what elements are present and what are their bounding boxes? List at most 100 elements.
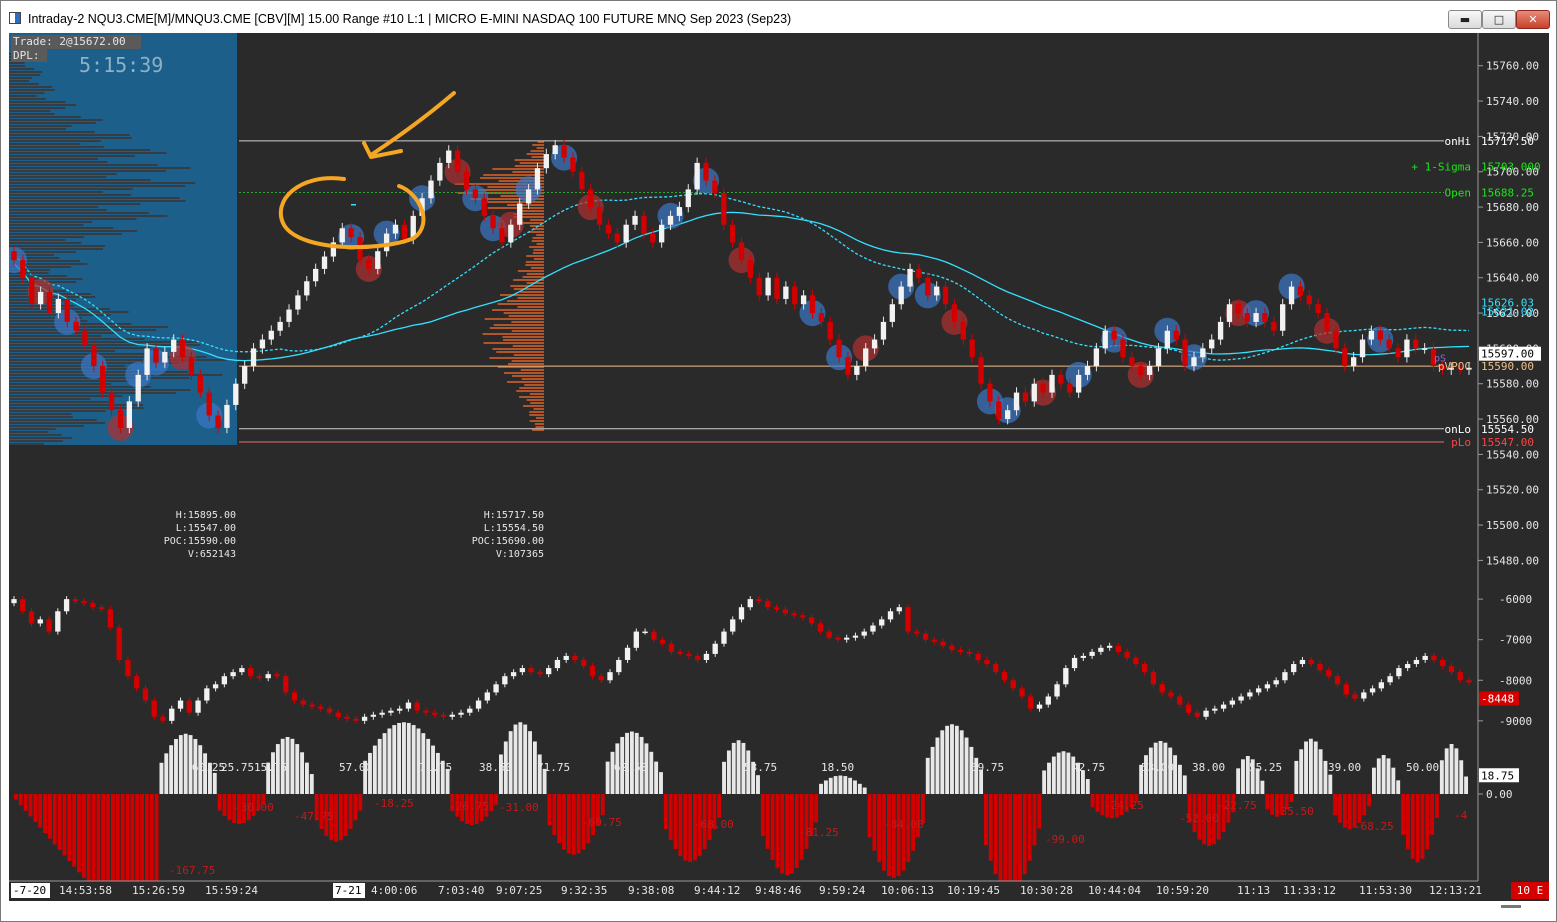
candle — [774, 277, 780, 299]
candle — [1368, 330, 1375, 340]
profile-bar — [9, 68, 35, 70]
oscillator-bar — [1085, 779, 1090, 794]
maximize-button[interactable]: □ — [1482, 10, 1516, 29]
oscillator-bar — [552, 794, 557, 836]
chart-area[interactable]: Trade: 2@15672.00 DPL: 5:15:39 H:15895.0… — [9, 33, 1549, 901]
level-value: 15717.50 — [1481, 135, 1534, 148]
level-value: 15688.25 — [1481, 186, 1534, 199]
candle — [1067, 383, 1073, 393]
oscillator-bar — [756, 775, 760, 794]
delta-candle — [581, 659, 587, 667]
delta-candle — [1028, 696, 1034, 709]
oscillator-bar — [406, 722, 411, 794]
candle — [242, 366, 248, 384]
oscillator-bar — [1381, 755, 1386, 794]
profile-bar — [9, 395, 123, 397]
close-button[interactable]: ✕ — [1516, 10, 1550, 29]
profile-bar — [514, 165, 544, 167]
candle — [614, 233, 620, 243]
candle — [366, 260, 372, 269]
oscillator-positive-label: 25.75 — [221, 761, 254, 774]
candle — [1129, 357, 1135, 367]
candle — [747, 260, 754, 278]
delta-candle — [46, 619, 52, 632]
level-value: 15547.00 — [1481, 436, 1534, 449]
profile-bar — [9, 401, 109, 403]
profile-bar — [9, 380, 129, 382]
delta-candle — [1036, 704, 1043, 709]
scroll-handle[interactable] — [1501, 905, 1521, 908]
oscillator-bar — [28, 794, 33, 817]
delta-candle — [309, 704, 315, 707]
profile-bar — [484, 318, 544, 320]
candle — [543, 154, 549, 169]
oscillator-bar — [1323, 760, 1328, 794]
delta-candle — [1466, 680, 1472, 683]
delta-candle — [773, 607, 780, 610]
delta-candle — [922, 633, 929, 640]
candle — [1155, 348, 1162, 367]
profile-bar — [532, 252, 544, 254]
candle — [29, 277, 35, 305]
profile-bar — [517, 297, 544, 299]
time-label: 10:06:13 — [881, 884, 934, 897]
oscillator-negative-label: -68.00 — [694, 818, 734, 831]
minimize-button[interactable]: ▬ — [1448, 10, 1482, 29]
oscillator-bar — [1328, 774, 1333, 794]
candle — [783, 286, 789, 299]
oscillator-bar — [1265, 794, 1270, 810]
candle — [153, 348, 159, 363]
oscillator-bar — [217, 794, 222, 811]
profile-bar — [530, 402, 544, 404]
profile-1-high: H:15895.00 — [176, 510, 236, 521]
profile-bar — [517, 270, 544, 272]
oscillator-bar — [1236, 768, 1241, 794]
candle — [827, 321, 833, 340]
candle — [1288, 286, 1295, 305]
candle — [312, 268, 319, 282]
time-label: 15:59:24 — [205, 884, 258, 897]
profile-bar — [9, 155, 135, 157]
oscillator-bar — [848, 777, 853, 794]
profile-bar — [532, 237, 544, 239]
oscillator-bar — [838, 775, 843, 794]
profile-bar — [513, 288, 544, 290]
delta-candle — [63, 599, 70, 612]
delta-candle — [1308, 659, 1314, 665]
oscillator-bar — [169, 745, 174, 794]
profile-bar — [512, 345, 544, 347]
app-icon[interactable] — [9, 12, 21, 24]
current-price: 15597.00 — [1481, 348, 1534, 361]
oscillator-bar — [1430, 794, 1435, 835]
level-label: + 1-Sigma — [1411, 160, 1471, 173]
title-bar[interactable]: Intraday-2 NQU3.CME[M]/MNQU3.CME [CBV][M… — [1, 1, 1556, 33]
oscillator-bar — [867, 794, 872, 838]
oscillator-bar — [174, 738, 178, 794]
profile-bar — [520, 291, 544, 293]
chart-canvas[interactable]: Trade: 2@15672.00 DPL: 5:15:39 H:15895.0… — [9, 33, 1549, 901]
profile-bar — [9, 86, 53, 88]
time-label: 10:59:20 — [1156, 884, 1209, 897]
candle — [1209, 339, 1215, 349]
profile-bar — [9, 203, 141, 205]
delta-candle — [326, 708, 333, 713]
time-label: 10:30:28 — [1020, 884, 1073, 897]
candle — [472, 189, 479, 199]
oscillator-bar — [1003, 794, 1008, 891]
time-label: 7:03:40 — [438, 884, 484, 897]
time-label: 9:44:12 — [694, 884, 740, 897]
oscillator-negative-label: -18.25 — [374, 797, 414, 810]
candle — [534, 168, 541, 190]
oscillator-bar — [43, 794, 47, 834]
delta-candle — [1089, 651, 1095, 656]
delta-candle — [1343, 684, 1349, 695]
oscillator-bar — [18, 794, 23, 806]
oscillator-bar — [1299, 749, 1304, 794]
oscillator-bar — [1313, 741, 1318, 794]
delta-candle — [134, 676, 140, 689]
price-tick-label: 15640.00 — [1486, 272, 1539, 285]
oscillator-bar — [528, 731, 532, 794]
profile-bar — [536, 243, 544, 245]
price-tick-label: 15680.00 — [1486, 201, 1539, 214]
delta-candle — [756, 599, 762, 602]
